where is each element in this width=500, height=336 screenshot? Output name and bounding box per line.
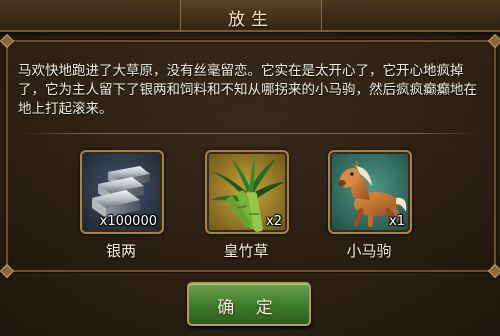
reward-quantity: x2	[266, 214, 282, 229]
reward-quantity: x100000	[99, 214, 157, 229]
confirm-button[interactable]: 确 定	[187, 282, 311, 326]
release-message: 马欢快地跑进了大草原，没有丝毫留恋。它实在是太开心了，它开心地疯掉了，它为主人留…	[18, 63, 477, 117]
frame-corner-ornament	[487, 263, 500, 279]
frame-corner-ornament	[0, 263, 15, 279]
reward-icon-frame: x100000	[80, 150, 164, 234]
reward-quantity: x1	[389, 214, 405, 229]
frame-corner-ornament	[487, 33, 500, 49]
release-dialog: 放生 马欢快地跑进了大草原，没有丝毫留恋。它实在是太开心了，它开心地疯掉了，它为…	[0, 0, 500, 336]
reward-name: 小马驹	[346, 242, 392, 260]
reward-icon-frame: x2	[205, 150, 289, 234]
reward-name: 皇竹草	[223, 242, 269, 260]
frame-corner-ornament	[0, 33, 15, 49]
title-bar: 放生	[0, 0, 500, 32]
reward-name: 银两	[105, 242, 136, 260]
divider	[22, 133, 478, 134]
title-plaque: 放生	[180, 0, 322, 30]
dialog-title: 放生	[228, 10, 274, 30]
reward-item-silver[interactable]: x100000 银两	[80, 150, 164, 261]
confirm-button-label: 确 定	[217, 298, 281, 318]
reward-item-bamboo-grass[interactable]: x2 皇竹草	[205, 150, 289, 261]
reward-icon-frame: x1	[328, 150, 412, 234]
reward-item-pony[interactable]: x1 小马驹	[328, 150, 412, 261]
